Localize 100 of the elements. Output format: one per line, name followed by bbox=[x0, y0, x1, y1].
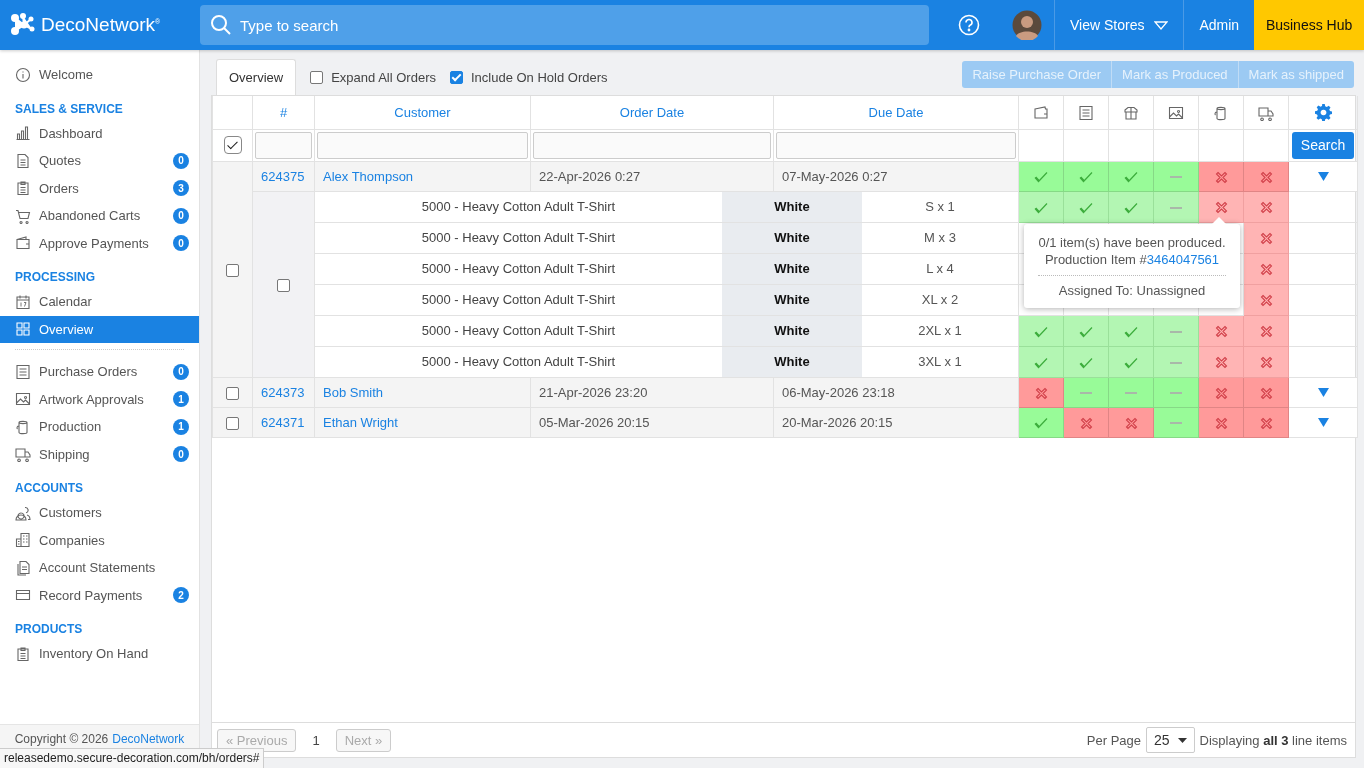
color-name: White bbox=[774, 261, 810, 276]
size-quantity: S x 1 bbox=[925, 199, 955, 214]
cross-icon bbox=[1259, 356, 1273, 370]
cross-icon bbox=[1124, 416, 1138, 430]
tab[interactable]: Overview bbox=[216, 59, 297, 95]
list-icon bbox=[15, 363, 31, 380]
select-all-checkbox[interactable] bbox=[223, 136, 242, 154]
cross-icon bbox=[1259, 263, 1273, 277]
count-badge: 0 bbox=[173, 363, 189, 380]
help-icon[interactable] bbox=[958, 14, 980, 36]
product-name: 5000 - Heavy Cotton Adult T-Shirt bbox=[420, 291, 617, 309]
column-header[interactable]: Customer bbox=[394, 104, 451, 120]
checkbox[interactable] bbox=[310, 71, 324, 84]
product-name: 5000 - Heavy Cotton Adult T-Shirt bbox=[420, 353, 617, 371]
dash-icon bbox=[1170, 330, 1182, 333]
expand-icon[interactable] bbox=[1317, 171, 1329, 181]
cross-icon bbox=[1259, 294, 1273, 308]
count-badge: 0 bbox=[173, 207, 189, 224]
color-name: White bbox=[774, 354, 810, 369]
size-quantity: L x 4 bbox=[926, 261, 954, 276]
check-icon bbox=[1124, 356, 1138, 369]
search-field[interactable]: Type to search bbox=[200, 5, 929, 45]
sidebar-item[interactable]: Welcome bbox=[0, 61, 199, 89]
checkbox[interactable] bbox=[226, 263, 239, 277]
due-date: 06-May-2026 23:18 bbox=[782, 384, 895, 400]
cross-icon bbox=[1214, 201, 1228, 215]
copyright-link[interactable]: DecoNetwork bbox=[112, 732, 185, 746]
column-header[interactable]: Due Date bbox=[868, 104, 924, 120]
sidebar-item[interactable]: Abandoned Carts 0 bbox=[0, 202, 199, 230]
clipboard-icon bbox=[15, 645, 31, 662]
column-header[interactable]: # bbox=[279, 104, 288, 120]
search-button[interactable]: Search bbox=[1292, 131, 1354, 159]
checkbox[interactable] bbox=[226, 386, 239, 400]
sidebar-item[interactable]: Account Statements bbox=[0, 554, 199, 582]
filter-field[interactable] bbox=[255, 131, 312, 159]
cross-icon bbox=[1259, 416, 1273, 430]
settings-icon[interactable] bbox=[1314, 103, 1332, 121]
bar-chart-icon bbox=[15, 125, 31, 142]
filter-field[interactable] bbox=[317, 131, 528, 159]
order-date: 22-Apr-2026 0:27 bbox=[539, 168, 641, 184]
cup-icon bbox=[1213, 104, 1229, 121]
document-icon bbox=[15, 152, 31, 169]
sidebar-item[interactable]: Overview bbox=[0, 315, 199, 343]
dash-icon bbox=[1080, 392, 1092, 395]
filter-field[interactable] bbox=[533, 131, 771, 159]
sidebar-item[interactable]: Artwork Approvals 1 bbox=[0, 385, 199, 413]
color-name: White bbox=[774, 292, 810, 307]
image-icon bbox=[1168, 104, 1184, 121]
next-button[interactable]: Next » bbox=[335, 728, 392, 752]
sidebar-item[interactable]: Shipping 0 bbox=[0, 440, 199, 468]
sidebar-item[interactable]: Record Payments 2 bbox=[0, 581, 199, 609]
status-url: releasedemo.secure-decoration.com/bh/orders# bbox=[0, 748, 265, 768]
dash-icon bbox=[1170, 176, 1182, 179]
count-badge: 0 bbox=[173, 446, 189, 463]
sidebar-item[interactable]: Dashboard bbox=[0, 119, 199, 147]
expand-icon[interactable] bbox=[1317, 417, 1329, 427]
customer-link[interactable]: Ethan Wright bbox=[323, 414, 398, 430]
production-item-link[interactable]: 3464047561 bbox=[1146, 252, 1220, 267]
checkbox[interactable] bbox=[449, 71, 463, 84]
sidebar-item[interactable]: Inventory On Hand bbox=[0, 640, 199, 668]
color-name: White bbox=[774, 323, 810, 338]
sidebar-item[interactable]: Approve Payments 0 bbox=[0, 229, 199, 257]
checkbox[interactable] bbox=[277, 278, 290, 292]
cross-icon bbox=[1259, 232, 1273, 246]
cross-icon bbox=[1259, 386, 1273, 400]
documents-icon bbox=[15, 559, 31, 576]
count-badge: 3 bbox=[173, 180, 189, 197]
filter-field[interactable] bbox=[776, 131, 1016, 159]
users-icon bbox=[15, 504, 31, 521]
nav-link[interactable]: Business Hub bbox=[1254, 0, 1364, 50]
sidebar-item[interactable]: Production 1 bbox=[0, 413, 199, 441]
size-quantity: XL x 2 bbox=[921, 292, 959, 307]
customer-link[interactable]: Bob Smith bbox=[323, 384, 383, 400]
avatar[interactable] bbox=[1012, 10, 1042, 40]
page-number[interactable]: 1 bbox=[306, 732, 326, 748]
building-icon bbox=[15, 532, 31, 549]
cross-icon bbox=[1259, 201, 1273, 215]
cross-icon bbox=[1214, 170, 1228, 184]
color-name: White bbox=[774, 230, 810, 245]
count-badge: 1 bbox=[173, 391, 189, 408]
sidebar-item[interactable]: Purchase Orders 0 bbox=[0, 358, 199, 386]
dash-icon bbox=[1170, 422, 1182, 425]
column-header[interactable]: Order Date bbox=[619, 104, 685, 120]
sidebar-item[interactable]: Orders 3 bbox=[0, 174, 199, 202]
size-quantity: 3XL x 1 bbox=[918, 354, 962, 369]
sidebar-item[interactable]: Companies bbox=[0, 526, 199, 554]
checkbox[interactable] bbox=[226, 416, 239, 430]
due-date: 20-Mar-2026 20:15 bbox=[782, 414, 893, 430]
logo-text: DecoNetwork$^{®}$ bbox=[41, 14, 161, 36]
view-stores-menu[interactable]: View Stores bbox=[1054, 0, 1184, 50]
cross-icon bbox=[1034, 386, 1048, 400]
per-page-select[interactable]: 25 bbox=[1146, 727, 1195, 753]
expand-icon[interactable] bbox=[1317, 387, 1329, 397]
product-name: 5000 - Heavy Cotton Adult T-Shirt bbox=[420, 322, 617, 340]
sidebar-item[interactable]: Quotes 0 bbox=[0, 147, 199, 175]
sidebar-item[interactable]: Customers bbox=[0, 499, 199, 527]
check-icon bbox=[1079, 201, 1093, 214]
sidebar-item[interactable]: Calendar bbox=[0, 288, 199, 316]
tooltip-text: 0/1 item(s) have been produced. bbox=[1037, 234, 1227, 251]
truck-icon bbox=[15, 446, 31, 463]
